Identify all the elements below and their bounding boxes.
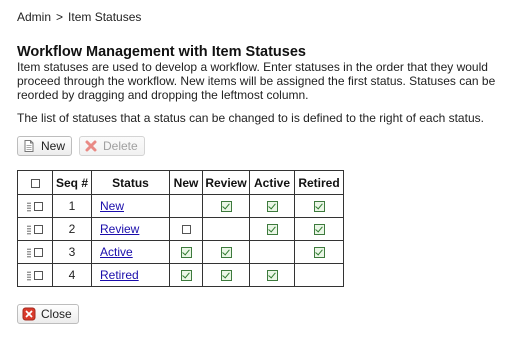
status-link[interactable]: New <box>100 199 124 213</box>
transition-cell-new[interactable] <box>169 240 203 264</box>
transition-cell-new[interactable] <box>169 217 203 241</box>
transition-cell-active <box>249 240 295 264</box>
breadcrumb-separator: > <box>56 10 64 24</box>
row-select-checkbox[interactable] <box>34 202 43 212</box>
seq-cell: 1 <box>52 194 92 218</box>
transition-checkbox-checked[interactable] <box>220 270 232 282</box>
status-name-cell: Active <box>91 240 170 264</box>
transition-checkbox-checked[interactable] <box>180 270 192 282</box>
drag-select-cell[interactable] <box>17 194 53 218</box>
drag-handle-icon[interactable] <box>27 201 31 212</box>
page-title: Workflow Management with Item Statuses <box>17 44 306 60</box>
transition-checkbox-checked[interactable] <box>180 247 192 259</box>
table-row[interactable]: 1 New <box>17 194 344 218</box>
new-button[interactable]: New <box>17 136 73 156</box>
close-button[interactable]: Close <box>17 304 79 324</box>
transition-cell-new[interactable] <box>169 263 203 287</box>
status-name-cell: New <box>91 194 170 218</box>
drag-handle-icon[interactable] <box>27 270 31 281</box>
status-link[interactable]: Review <box>100 222 139 236</box>
header-retired: Retired <box>294 170 344 195</box>
transition-cell-new <box>169 194 203 218</box>
status-table: Seq # Status New Review Active Retired 1… <box>17 170 344 287</box>
new-button-label: New <box>41 139 66 153</box>
table-header-row: Seq # Status New Review Active Retired <box>17 170 344 195</box>
status-link[interactable]: Active <box>100 245 133 259</box>
close-icon <box>22 307 36 321</box>
transition-checkbox-checked[interactable] <box>266 224 278 236</box>
transition-cell-active[interactable] <box>249 263 295 287</box>
transition-cell-retired[interactable] <box>294 194 344 218</box>
transition-cell-review[interactable] <box>202 194 250 218</box>
header-review: Review <box>202 170 250 195</box>
header-seq: Seq # <box>52 170 92 195</box>
transition-checkbox-checked[interactable] <box>313 201 325 213</box>
header-active: Active <box>249 170 295 195</box>
new-document-icon <box>22 139 36 153</box>
drag-handle-icon[interactable] <box>27 247 31 258</box>
breadcrumb: Admin > Item Statuses <box>17 10 141 24</box>
delete-button[interactable]: Delete <box>79 136 145 156</box>
transition-checkbox-checked[interactable] <box>313 247 325 259</box>
transition-cell-active[interactable] <box>249 217 295 241</box>
seq-cell: 3 <box>52 240 92 264</box>
close-button-label: Close <box>41 307 72 321</box>
breadcrumb-admin[interactable]: Admin <box>17 10 51 24</box>
transition-cell-retired[interactable] <box>294 240 344 264</box>
status-name-cell: Retired <box>91 263 170 287</box>
row-select-checkbox[interactable] <box>34 271 43 281</box>
row-select-checkbox[interactable] <box>34 248 43 258</box>
status-link[interactable]: Retired <box>100 268 139 282</box>
transition-checkbox-checked[interactable] <box>313 224 325 236</box>
transition-cell-review[interactable] <box>202 240 250 264</box>
table-row[interactable]: 3 Active <box>17 240 344 264</box>
drag-select-cell[interactable] <box>17 217 53 241</box>
transition-checkbox-unchecked[interactable] <box>181 225 191 235</box>
table-row[interactable]: 4 Retired <box>17 263 344 287</box>
transition-checkbox-checked[interactable] <box>220 247 232 259</box>
transition-cell-review <box>202 217 250 241</box>
header-new: New <box>169 170 203 195</box>
seq-cell: 2 <box>52 217 92 241</box>
seq-cell: 4 <box>52 263 92 287</box>
transition-cell-retired <box>294 263 344 287</box>
page-description: Item statuses are used to develop a work… <box>17 60 496 102</box>
select-all-header <box>17 170 53 195</box>
delete-x-icon <box>84 139 98 153</box>
select-all-checkbox[interactable] <box>30 178 40 188</box>
drag-handle-icon[interactable] <box>27 224 31 235</box>
delete-button-label: Delete <box>103 139 138 153</box>
breadcrumb-current: Item Statuses <box>68 10 142 24</box>
transition-cell-retired[interactable] <box>294 217 344 241</box>
transition-checkbox-checked[interactable] <box>266 201 278 213</box>
table-row[interactable]: 2 Review <box>17 217 344 241</box>
header-status: Status <box>91 170 170 195</box>
transition-cell-review[interactable] <box>202 263 250 287</box>
drag-select-cell[interactable] <box>17 240 53 264</box>
transition-cell-active[interactable] <box>249 194 295 218</box>
status-name-cell: Review <box>91 217 170 241</box>
row-select-checkbox[interactable] <box>34 225 43 235</box>
drag-select-cell[interactable] <box>17 263 53 287</box>
page-description-transitions: The list of statuses that a status can b… <box>17 111 484 125</box>
transition-checkbox-checked[interactable] <box>220 201 232 213</box>
transition-checkbox-checked[interactable] <box>266 270 278 282</box>
